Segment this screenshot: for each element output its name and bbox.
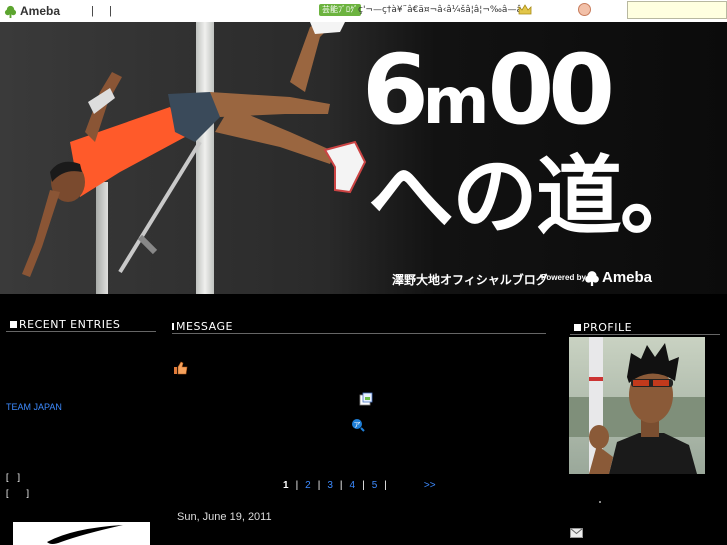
profile-portrait <box>569 337 705 474</box>
svg-text:ア: ア <box>354 421 361 429</box>
nike-banner[interactable] <box>13 522 150 545</box>
entry-bracket[interactable]: [ ] <box>6 486 29 499</box>
page-link[interactable]: 2 <box>305 480 311 491</box>
crown-icon[interactable] <box>518 3 532 16</box>
pagination: 1 | 2 | 3 | 4 | 5 | >> <box>283 480 436 491</box>
header-ameba-logo: Ameba <box>584 269 652 286</box>
mail-icon[interactable] <box>570 528 583 538</box>
page-link[interactable]: 5 <box>372 480 378 491</box>
separator: | <box>109 5 112 17</box>
header-title-jp: への道。 <box>368 147 706 247</box>
recent-entries-title: RECENT ENTRIES <box>10 318 120 331</box>
page-link[interactable]: 3 <box>327 480 333 491</box>
bullet-icon <box>172 323 174 330</box>
header-title-6m00: 6m00 <box>362 34 615 146</box>
pig-icon[interactable] <box>578 3 591 16</box>
promo-link[interactable]: ç'¬—ç†à¥˜â€ä¤¬â‹â¼šâ¦â¦¬‰â—â.. <box>358 5 528 15</box>
separator: | <box>91 5 94 17</box>
bullet-icon <box>10 321 17 328</box>
athlete-photo <box>22 22 367 277</box>
blog-header-banner[interactable]: 6m00 への道。 澤野大地オフィシャルブログ Powered by Ameba <box>0 22 727 294</box>
recent-entry-link[interactable]: TEAM JAPAN <box>6 402 62 412</box>
logo-text: Ameba <box>20 4 61 18</box>
message-title: MESSAGE <box>172 320 233 333</box>
next-page-link[interactable]: >> <box>424 480 436 491</box>
decorative-dot <box>599 501 601 503</box>
divider <box>6 331 156 332</box>
bullet-icon <box>574 324 581 331</box>
leaf-icon <box>4 5 17 18</box>
image-gallery-icon[interactable] <box>359 392 373 406</box>
divider <box>172 333 546 334</box>
powered-by-label: Powered by <box>541 273 586 282</box>
promo-badge[interactable]: 芸能ﾌﾞﾛｸﾞ <box>319 4 361 16</box>
profile-photo[interactable] <box>569 337 705 474</box>
leaf-icon <box>585 270 599 286</box>
page-link[interactable]: 4 <box>350 480 356 491</box>
divider <box>570 334 720 335</box>
ameba-top-bar: Ameba | | 芸能ﾌﾞﾛｸﾞ ç'¬—ç†à¥˜â€ä¤¬â‹â¼šâ¦â… <box>0 0 727 23</box>
blog-subtitle: 澤野大地オフィシャルブログ <box>392 273 548 287</box>
nike-swoosh-icon <box>47 525 123 544</box>
search-icon[interactable]: ア <box>351 418 365 432</box>
search-input[interactable] <box>627 1 727 19</box>
page-current: 1 <box>283 480 289 491</box>
profile-title: PROFILE <box>574 321 632 334</box>
entry-date: Sun, June 19, 2011 <box>177 511 272 523</box>
ameba-logo[interactable]: Ameba <box>4 3 60 19</box>
entry-bracket[interactable]: [ ] <box>6 470 20 483</box>
thumbs-up-icon <box>174 361 188 375</box>
